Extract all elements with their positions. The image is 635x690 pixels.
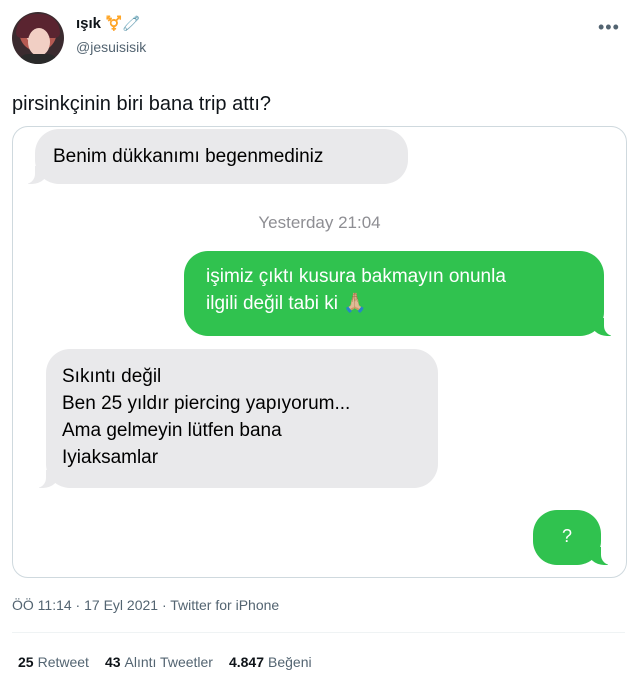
retweets-stat[interactable]: 25 Retweet [18,654,89,670]
message-text: Benim dükkanımı begenmediniz [53,146,324,167]
divider [12,632,625,633]
name-emojis: ⚧️🧷 [105,15,140,31]
author-name[interactable]: ışık ⚧️🧷 [76,15,140,32]
tweet-image[interactable]: Benim dükkanımı begenmediniz Yesterday 2… [12,126,627,578]
display-name[interactable]: ışık [76,15,101,32]
avatar[interactable] [12,12,64,64]
message-text-line: Iyiaksamlar [62,447,159,468]
tweet-text: pirsinkçinin biri bana trip attı? [12,93,272,115]
tweet-meta[interactable]: ÖÖ 11:14 · 17 Eyl 2021 · Twitter for iPh… [12,597,279,613]
message-timestamp: Yesterday 21:04 [258,213,381,232]
quotes-stat[interactable]: 43 Alıntı Tweetler [105,654,213,670]
author-handle[interactable]: @jesuisisik [76,39,146,55]
engagement-stats: 25 Retweet 43 Alıntı Tweetler 4.847 Beğeni [18,654,312,670]
likes-count: 4.847 [228,654,265,670]
avatar-face [28,28,50,56]
outgoing-message: işimiz çıktı kusura bakmayın onunla ilgi… [184,251,614,336]
message-text-line: işimiz çıktı kusura bakmayın onunla [206,266,506,287]
incoming-message: Sıkıntı değil Ben 25 yıldır piercing yap… [36,349,438,488]
quotes-count: 43 [104,654,121,670]
outgoing-message: ? [533,510,611,565]
likes-label: Beğeni [268,654,312,670]
retweets-count: 25 [18,654,34,670]
message-text-line: ilgili değil tabi ki 🙏🏼 [206,293,367,314]
message-text: ? [561,526,572,546]
quotes-label: Alıntı Tweetler [124,654,213,670]
incoming-message: Benim dükkanımı begenmediniz [25,129,408,184]
retweets-label: Retweet [37,654,89,670]
message-text-line: Ama gelmeyin lütfen bana [62,420,282,441]
message-text-line: Ben 25 yıldır piercing yapıyorum... [62,393,351,414]
message-text-line: Sıkıntı değil [62,366,162,387]
more-icon[interactable]: ••• [598,17,620,38]
likes-stat[interactable]: 4.847 Beğeni [229,654,312,670]
avatar-shirt [18,54,58,64]
